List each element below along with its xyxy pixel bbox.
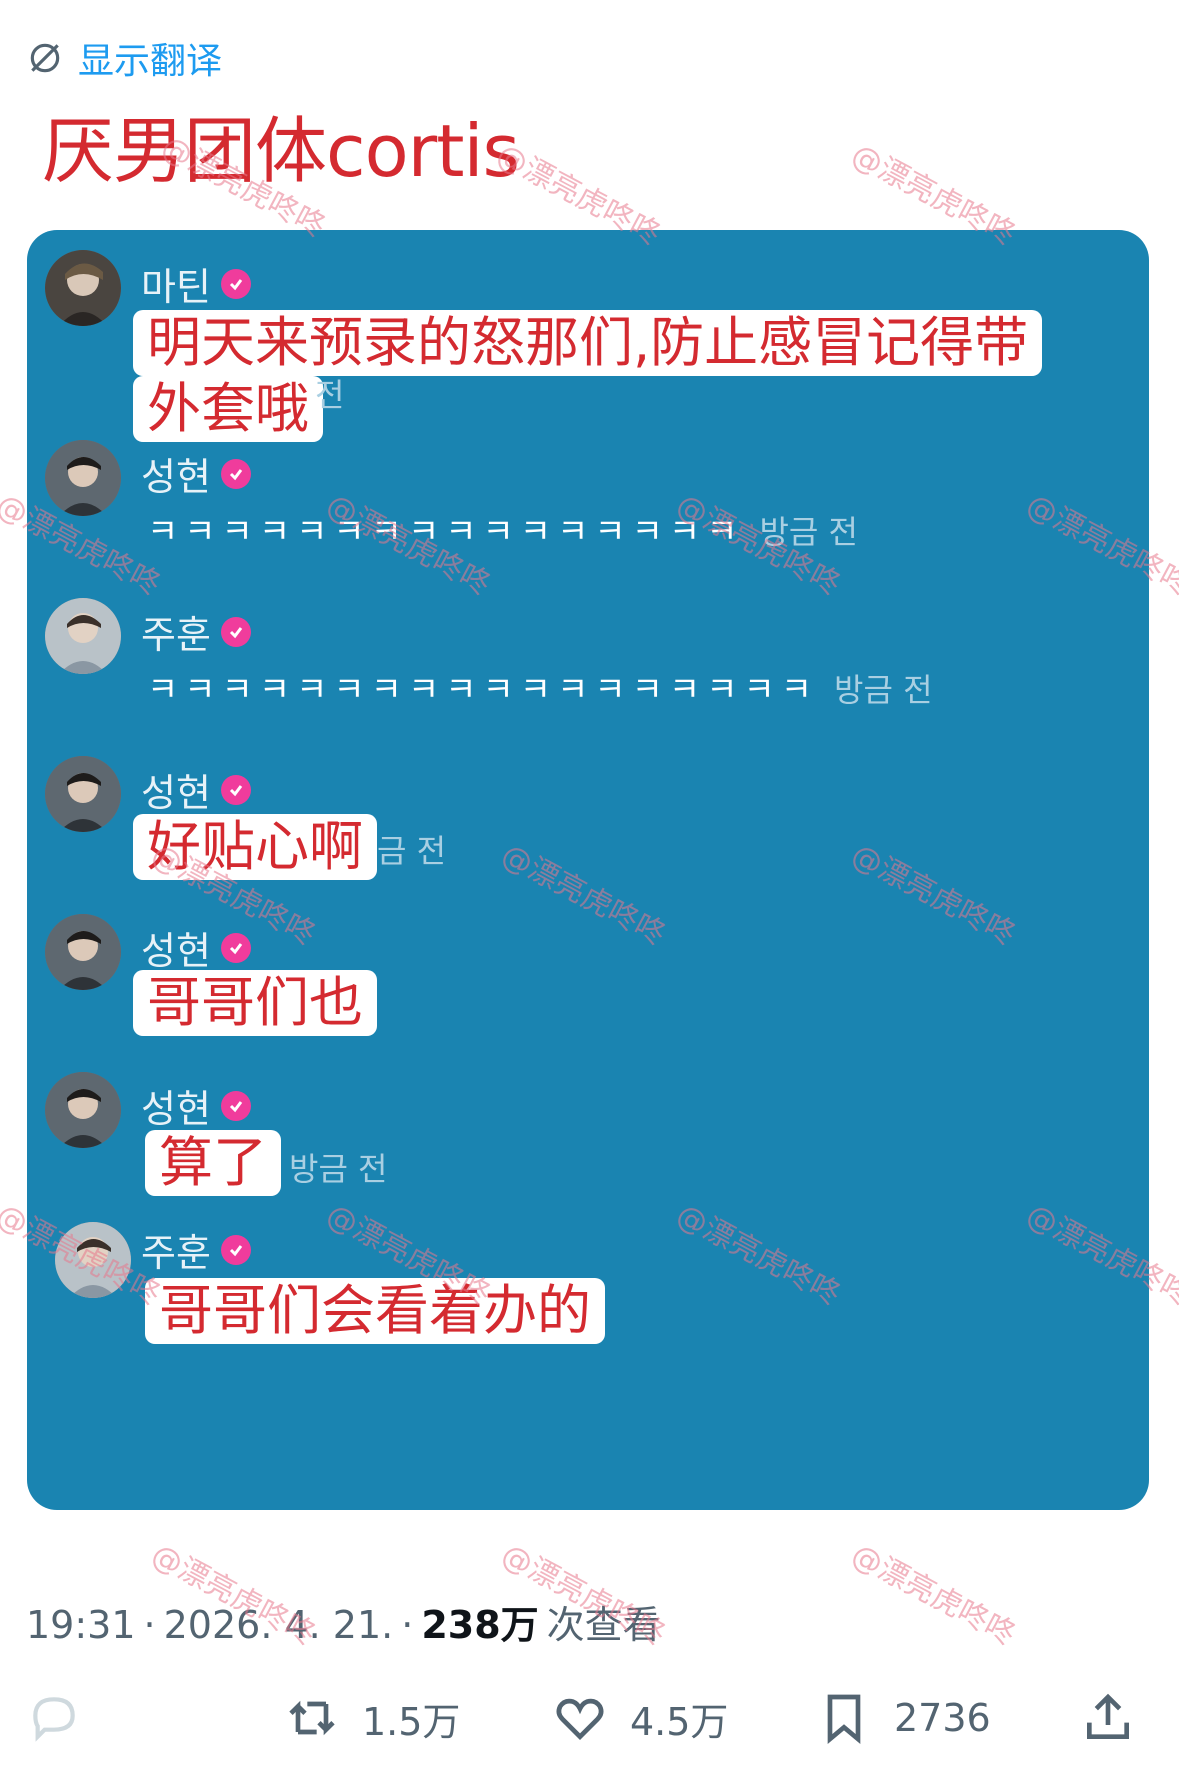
name-row: 주훈 [141, 604, 251, 659]
verified-badge-icon [220, 774, 251, 805]
message-text: ㅋㅋㅋㅋㅋㅋㅋㅋㅋㅋㅋㅋㅋㅋㅋㅋ [147, 512, 744, 552]
retweet-icon [289, 1700, 335, 1736]
subtitle-box: 明天来预录的怒那们,防止感冒记得带 [133, 310, 1043, 376]
bookmark-button[interactable]: 2736 [816, 1690, 991, 1746]
subtitle-block: 算了 [145, 1130, 281, 1196]
avatar [45, 250, 121, 326]
avatar [45, 440, 121, 516]
message-row: ㅋㅋㅋㅋㅋㅋㅋㅋㅋㅋㅋㅋㅋㅋㅋㅋ 방금 전 [147, 504, 858, 553]
name-row: 주훈 [141, 1222, 251, 1277]
name-row: 성현 [141, 1078, 251, 1133]
verified-badge-icon [220, 458, 251, 489]
username: 성현 [141, 771, 211, 815]
reply-icon [33, 1697, 75, 1742]
chat-screenshot[interactable]: 마틴 明天来预录的怒那们,防止感冒记得带 外套哦 전 성현 ㅋㅋㅋㅋㅋㅋㅋㅋㅋㅋ… [27, 230, 1149, 1510]
translate-label: 显示翻译 [78, 41, 223, 82]
view-label: 次查看 [546, 1603, 661, 1647]
message-row: ㅋㅋㅋㅋㅋㅋㅋㅋㅋㅋㅋㅋㅋㅋㅋㅋㅋㅋ 방금 전 [147, 662, 933, 711]
subtitle-block: 哥哥们会看着办的 [145, 1278, 605, 1344]
username: 성현 [141, 1087, 211, 1131]
message-time: 금 전 [377, 832, 447, 870]
avatar [55, 1222, 131, 1298]
message-time: 방금 전 [759, 513, 858, 551]
name-row: 성현 [141, 920, 251, 975]
username: 주훈 [141, 1231, 211, 1275]
watermark: @漂亮虎咚咚 [845, 1537, 1022, 1653]
avatar [45, 756, 121, 832]
bookmark-count: 2736 [894, 1696, 991, 1740]
message-time: 방금 전 [289, 1150, 388, 1188]
view-count: 238万 [421, 1603, 539, 1647]
tweet-date: 2026. 4. 21. [163, 1603, 394, 1647]
name-row: 성현 [141, 446, 251, 501]
avatar [45, 598, 121, 674]
subtitle-box: 哥哥们会看着办的 [145, 1278, 605, 1344]
meta-separator: · [143, 1603, 156, 1647]
verified-badge-icon [220, 616, 251, 647]
like-count: 4.5万 [630, 1699, 729, 1744]
like-button[interactable]: 4.5万 [552, 1690, 728, 1746]
bookmark-icon [827, 1694, 861, 1744]
retweet-count: 1.5万 [362, 1699, 461, 1744]
verified-badge-icon [220, 1090, 251, 1121]
tweet-meta: 19:31 · 2026. 4. 21. · 238万 次查看 [26, 1594, 661, 1649]
verified-badge-icon [220, 932, 251, 963]
message-text: ㅋㅋㅋㅋㅋㅋㅋㅋㅋㅋㅋㅋㅋㅋㅋㅋㅋㅋ [147, 670, 819, 710]
subtitle-block: 哥哥们也 [133, 970, 377, 1036]
meta-separator: · [401, 1603, 414, 1647]
subtitle-block: 好贴心啊 [133, 814, 377, 880]
name-row: 성현 [141, 762, 251, 817]
subtitle-box: 哥哥们也 [133, 970, 377, 1036]
username: 마틴 [141, 265, 211, 309]
message-time: 전 [315, 376, 345, 414]
username: 주훈 [141, 613, 211, 657]
subtitle-block: 明天来预录的怒那们,防止感冒记得带 外套哦 [133, 310, 1043, 442]
avatar [45, 914, 121, 990]
translate-icon [30, 43, 60, 73]
username: 성현 [141, 455, 211, 499]
share-icon [1087, 1693, 1129, 1739]
subtitle-box: 外套哦 [133, 376, 323, 442]
name-row: 마틴 [141, 256, 251, 311]
message-time: 방금 전 [834, 671, 933, 709]
avatar [45, 1072, 121, 1148]
action-bar: 1.5万 4.5万 2736 [0, 1680, 1179, 1760]
heart-icon [556, 1698, 604, 1740]
share-button[interactable] [1080, 1690, 1136, 1746]
retweet-button[interactable]: 1.5万 [284, 1690, 460, 1746]
translate-button[interactable]: 显示翻译 [26, 32, 222, 84]
verified-badge-icon [220, 268, 251, 299]
tweet-time: 19:31 [26, 1603, 136, 1647]
reply-button[interactable] [26, 1690, 104, 1746]
tweet-text: 厌男团体cortis [42, 109, 520, 193]
subtitle-box: 好贴心啊 [133, 814, 377, 880]
subtitle-box: 算了 [145, 1130, 281, 1196]
username: 성현 [141, 929, 211, 973]
verified-badge-icon [220, 1234, 251, 1265]
